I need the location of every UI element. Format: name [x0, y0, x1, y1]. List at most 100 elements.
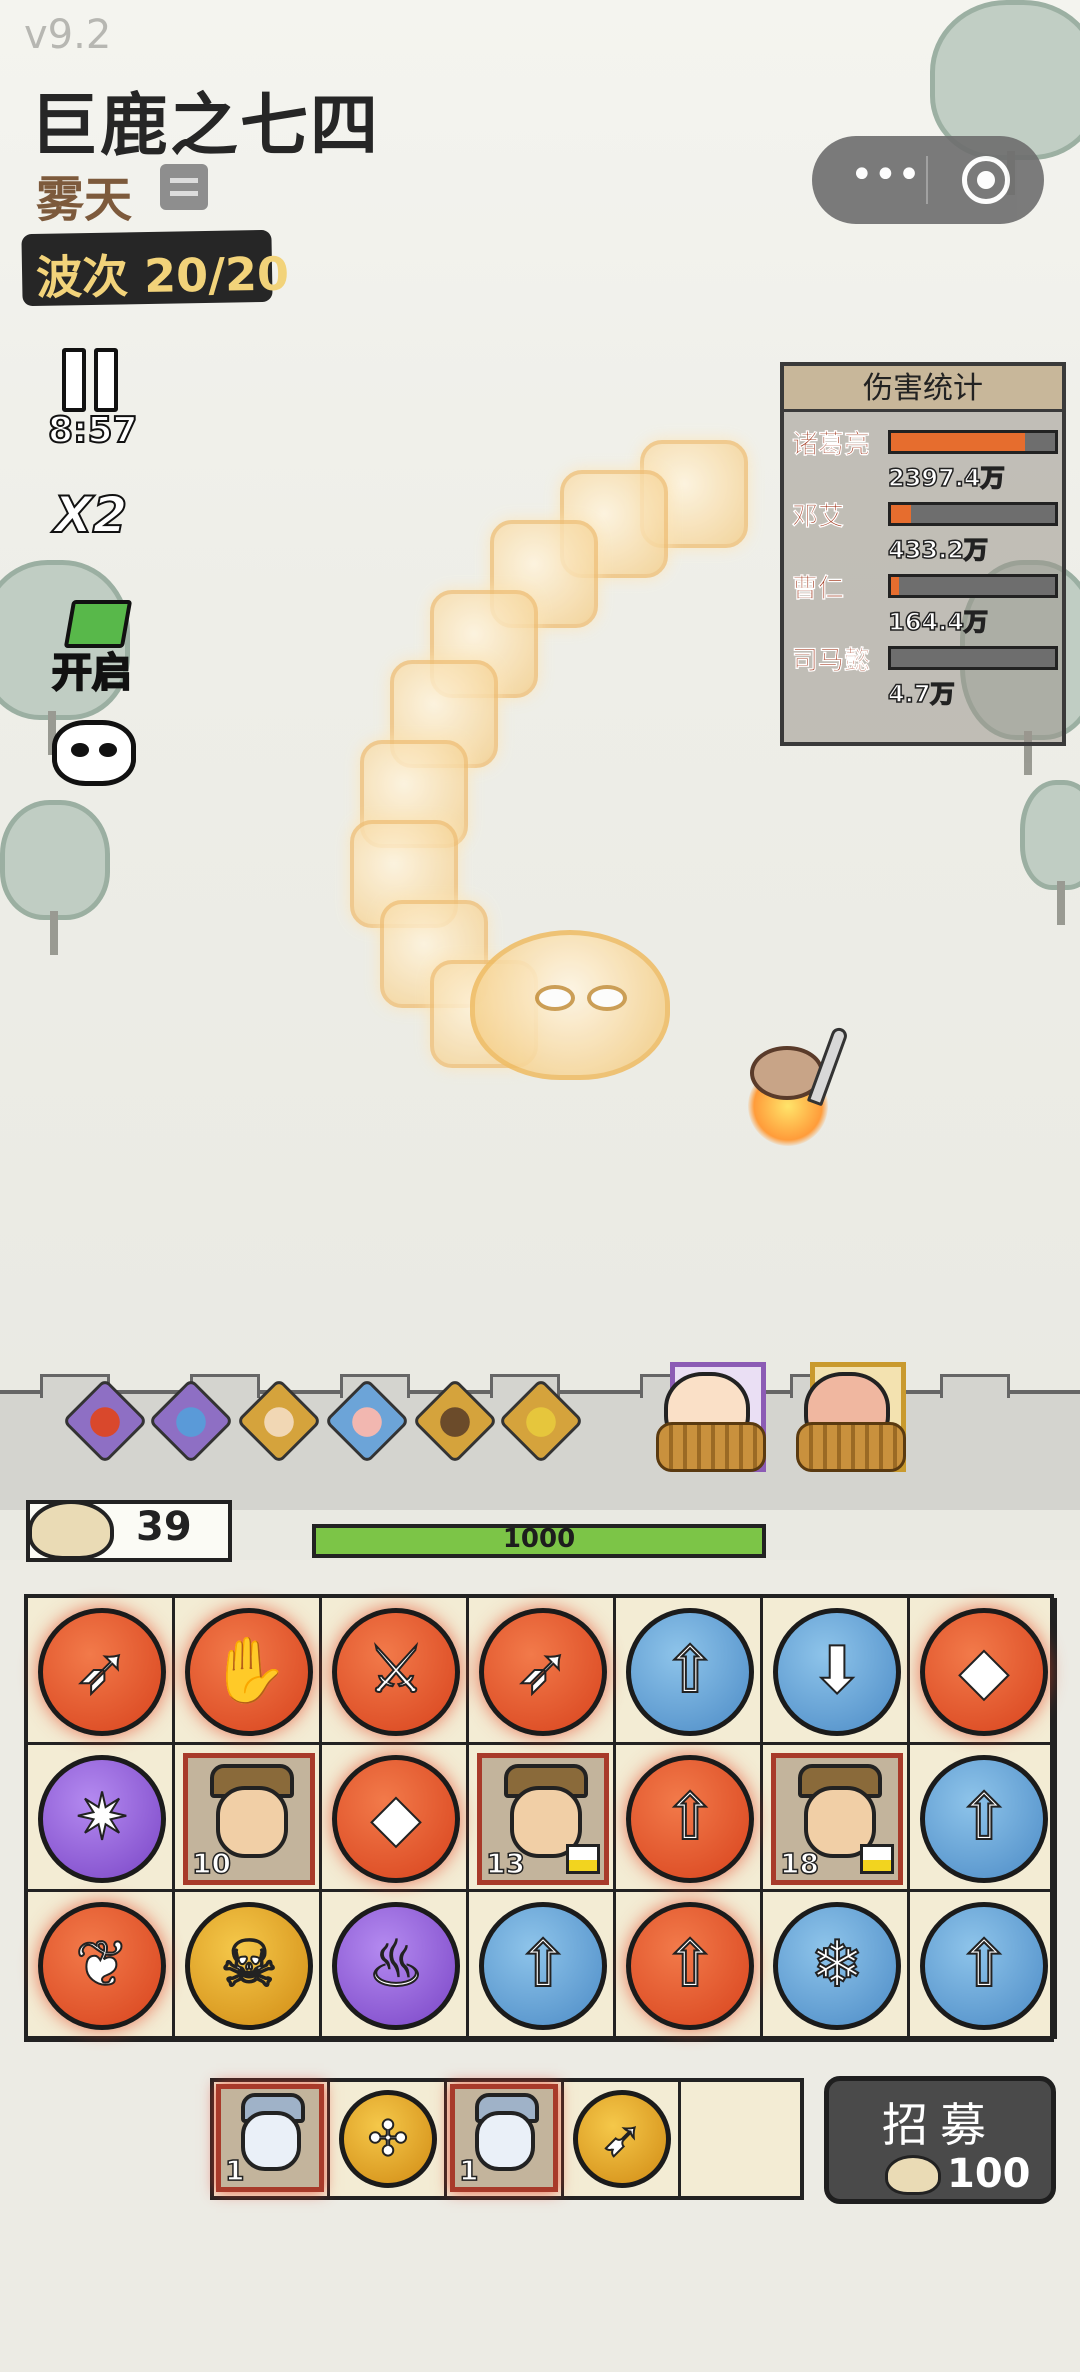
damage-value: 2397.4万 [887, 463, 1005, 493]
speed-toggle[interactable]: X2 [53, 485, 128, 545]
boss-skull-icon[interactable] [52, 720, 136, 786]
damage-bar-fill [891, 577, 900, 595]
skill-token[interactable]: ❄ [773, 1902, 901, 2030]
skill-token[interactable]: ✋ [185, 1608, 313, 1736]
bench-slot[interactable]: ✣ [331, 2082, 447, 2196]
coin-value: 39 [136, 1504, 192, 1550]
sword-up-icon: ⇧ [662, 1633, 718, 1709]
skill-token[interactable]: ⇧ [920, 1902, 1048, 2030]
hero-card[interactable]: 18 [771, 1753, 903, 1885]
hero-card[interactable]: 13 [477, 1753, 609, 1885]
hero-face [475, 2111, 535, 2171]
skill-token[interactable]: ✣ [339, 2090, 437, 2188]
skill-token[interactable]: ⇧ [920, 1755, 1048, 1883]
board-cell[interactable]: ⇧ [910, 1745, 1057, 1892]
skill-token[interactable]: ◆ [920, 1608, 1048, 1736]
ice-icon: ❄ [809, 1927, 865, 2003]
spike-icon: ◆ [958, 1633, 1009, 1709]
skill-token[interactable]: ☠ [185, 1902, 313, 2030]
damage-bar-fill [891, 505, 911, 523]
board-cell[interactable]: ⬇ [763, 1598, 910, 1745]
skill-token[interactable]: ➶ [38, 1608, 166, 1736]
damage-value: 164.4万 [887, 607, 988, 637]
skill-token[interactable]: ⬇ [773, 1608, 901, 1736]
tree-decoration [1020, 780, 1080, 925]
close-target-icon[interactable] [962, 156, 1010, 204]
captive-hero[interactable] [650, 1362, 770, 1482]
peach-icon: ❦ [74, 1927, 130, 2003]
bench-slot[interactable]: ➹ [565, 2082, 681, 2196]
board-cell[interactable]: ♨ [322, 1892, 469, 2039]
merge-board: ➶ ✋ ⚔ ➶ ⇧ ⬇ ◆ ✷ 10 ◆ 13 ⇧ 18 ⇧ ❦ ☠ ♨ ⇧ ⇧ ❄ ⇧ [24, 1594, 1057, 2042]
skill-token[interactable]: ⚔ [332, 1608, 460, 1736]
hero-card[interactable]: 1 [450, 2084, 558, 2192]
damage-bar [888, 646, 1058, 670]
bench-slot[interactable]: 1 [448, 2082, 564, 2196]
serpent-boss-head [470, 930, 670, 1080]
bench-slot[interactable] [682, 2082, 798, 2196]
skill-token[interactable]: ➹ [573, 2090, 671, 2188]
board-cell[interactable]: 18 [763, 1745, 910, 1892]
board-cell[interactable]: ❦ [28, 1892, 175, 2039]
hero-card[interactable]: 1 [216, 2084, 324, 2192]
skill-token[interactable]: ⇧ [626, 1608, 754, 1736]
skill-token[interactable]: ⇧ [626, 1755, 754, 1883]
skull-icon: ☠ [219, 1927, 278, 2003]
damage-value: 4.7万 [887, 679, 955, 709]
enemy-soldier [740, 1025, 850, 1146]
skill-token[interactable]: ✷ [38, 1755, 166, 1883]
wave-counter: 波次 20/20 [21, 229, 289, 307]
sword-up-icon: ⇧ [662, 1780, 718, 1856]
board-cell[interactable]: ◆ [322, 1745, 469, 1892]
board-cell[interactable]: ✷ [28, 1745, 175, 1892]
board-cell[interactable]: 13 [469, 1745, 616, 1892]
bun-coin-icon [28, 1500, 114, 1560]
board-cell[interactable]: ⇧ [616, 1745, 763, 1892]
serpent-eye [535, 985, 575, 1011]
captive-hero[interactable] [790, 1362, 910, 1482]
board-cell[interactable]: ⇧ [469, 1892, 616, 2039]
bench-slot[interactable]: 1 [214, 2082, 330, 2196]
board-cell[interactable]: 10 [175, 1745, 322, 1892]
damage-bar [888, 502, 1058, 526]
wave-text: 波次 20/20 [35, 246, 290, 305]
board-cell[interactable]: ⚔ [322, 1598, 469, 1745]
hero-level: 10 [191, 1846, 231, 1880]
recruit-button[interactable]: 招募 100 [824, 2076, 1056, 2204]
split-arrow-icon: ✣ [367, 2110, 409, 2168]
weather-label: 雾天 [36, 172, 133, 228]
more-icon[interactable]: ••• [850, 152, 921, 198]
damage-row: 诸葛亮 2397.4万 [792, 424, 1064, 494]
board-cell[interactable]: ❄ [763, 1892, 910, 2039]
damage-bar [888, 430, 1058, 454]
skill-token[interactable]: ⇧ [626, 1902, 754, 2030]
board-cell[interactable]: ⇧ [910, 1892, 1057, 2039]
auto-toggle-label[interactable]: 开启 [51, 640, 133, 698]
skill-token[interactable]: ⇧ [479, 1902, 607, 2030]
board-cell[interactable]: ➶ [28, 1598, 175, 1745]
damage-stats-title: 伤害统计 [784, 366, 1062, 412]
skill-token[interactable]: ◆ [332, 1755, 460, 1883]
skill-token[interactable]: ♨ [332, 1902, 460, 2030]
skill-token[interactable]: ➶ [479, 1608, 607, 1736]
pause-icon[interactable] [60, 348, 120, 412]
board-cell[interactable]: ➶ [469, 1598, 616, 1745]
board-cell[interactable]: ☠ [175, 1892, 322, 2039]
board-cell[interactable]: ◆ [910, 1598, 1057, 1745]
hero-name: 曹仁 [792, 574, 845, 604]
fog-icon[interactable] [160, 164, 208, 210]
skill-token[interactable]: ❦ [38, 1902, 166, 2030]
tree-decoration [0, 800, 110, 955]
upgrade-progress-icon [860, 1844, 894, 1874]
hero-card[interactable]: 10 [183, 1753, 315, 1885]
sword-up-icon: ⇧ [515, 1927, 571, 2003]
board-cell[interactable]: ⇧ [616, 1598, 763, 1745]
board-cell[interactable]: ⇧ [616, 1892, 763, 2039]
timer: 8:57 [47, 409, 139, 452]
serpent-eye [587, 985, 627, 1011]
version-label: v9.2 [24, 12, 112, 58]
hero-level: 18 [779, 1846, 819, 1880]
level-title: 巨鹿之七四 [30, 87, 381, 166]
wall-hp-value: 1000 [502, 1524, 576, 1554]
board-cell[interactable]: ✋ [175, 1598, 322, 1745]
